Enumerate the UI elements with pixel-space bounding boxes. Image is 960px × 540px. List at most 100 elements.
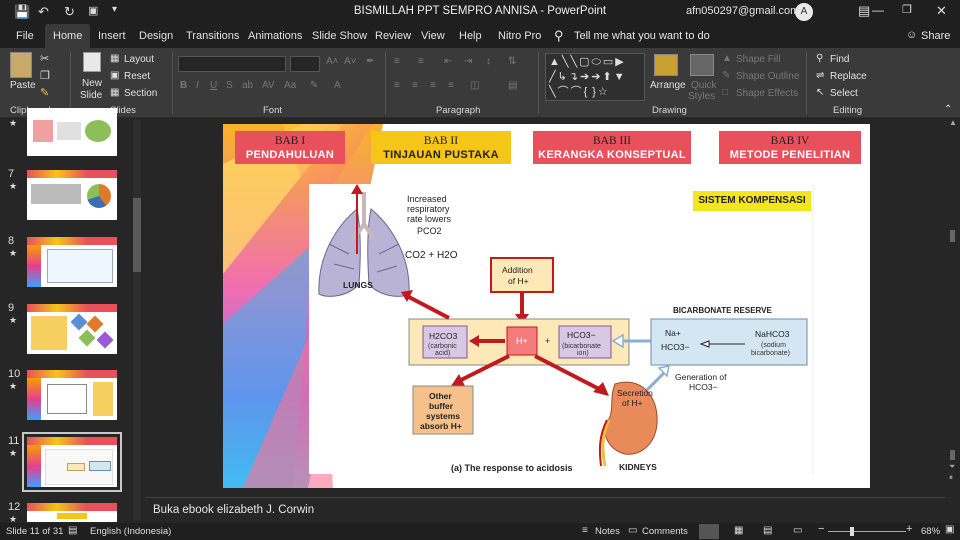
slide-thumbnail-8[interactable] <box>27 237 117 287</box>
share-icon[interactable]: ☺ <box>906 29 917 41</box>
zoom-slider[interactable] <box>828 531 906 532</box>
shape-outline-button[interactable]: Shape Outline <box>736 71 799 82</box>
language-status[interactable]: English (Indonesia) <box>90 526 171 537</box>
tab-nitro-pro[interactable]: Nitro Pro <box>490 24 549 48</box>
user-email[interactable]: afn050297@gmail.com <box>686 5 799 17</box>
paste-button[interactable]: Paste <box>10 80 36 91</box>
tab-home[interactable]: Home <box>45 24 91 48</box>
underline-icon[interactable]: U <box>210 80 217 91</box>
shape-fill-icon[interactable]: ▲ <box>722 53 732 64</box>
tab-transitions[interactable]: Transitions <box>178 24 247 48</box>
minimize-icon[interactable]: — <box>872 3 884 17</box>
zoom-level[interactable]: 68% <box>921 526 940 537</box>
font-size-input[interactable] <box>290 56 320 72</box>
normal-view-icon[interactable] <box>699 524 719 539</box>
replace-icon[interactable]: ⇌ <box>816 70 824 81</box>
cut-icon[interactable]: ✂ <box>40 52 49 65</box>
bab-3-header[interactable]: BAB III KERANGKA KONSEPTUAL <box>533 131 691 164</box>
zoom-slider-thumb[interactable] <box>850 527 854 536</box>
tab-view[interactable]: View <box>413 24 453 48</box>
line-spacing-icon[interactable]: ↕ <box>486 56 491 67</box>
bab-1-header[interactable]: BAB I PENDAHULUAN <box>235 131 345 164</box>
align-right-icon[interactable]: ≡ <box>430 80 436 91</box>
arrange-icon[interactable] <box>654 54 678 76</box>
slide-thumbnail-6[interactable] <box>27 108 117 156</box>
paste-icon[interactable] <box>10 52 32 78</box>
highlight-icon[interactable]: ✎ <box>310 80 318 91</box>
tab-file[interactable]: File <box>8 24 42 48</box>
slide-sorter-icon[interactable]: ▦ <box>734 525 743 536</box>
layout-button[interactable]: Layout <box>124 54 154 65</box>
close-icon[interactable]: ✕ <box>936 3 947 19</box>
reading-view-icon[interactable]: ▤ <box>763 525 772 536</box>
decrease-font-icon[interactable]: A˅ <box>344 56 357 67</box>
section-icon[interactable]: ▦ <box>110 87 119 98</box>
char-spacing-icon[interactable]: AV <box>262 80 275 91</box>
slide-thumbnail-12[interactable] <box>27 503 117 522</box>
slide-canvas[interactable]: BAB I PENDAHULUAN BAB II TINJAUAN PUSTAK… <box>223 124 870 488</box>
zoom-out-icon[interactable]: − <box>818 523 824 535</box>
numbering-icon[interactable]: ≡ <box>418 56 424 67</box>
new-slide-label-2[interactable]: Slide <box>80 90 102 101</box>
align-center-icon[interactable]: ≡ <box>412 80 418 91</box>
zoom-in-icon[interactable]: + <box>906 523 912 535</box>
increase-font-icon[interactable]: A˄ <box>326 56 339 67</box>
slide-thumbnail-9[interactable] <box>27 304 117 354</box>
find-button[interactable]: Find <box>830 54 849 65</box>
editor-scrollbar[interactable]: ▲ ⏷ ⏸ <box>945 118 960 498</box>
bab-2-header[interactable]: BAB II TINJAUAN PUSTAKA <box>371 131 511 164</box>
clear-format-icon[interactable]: ✒ <box>366 56 374 67</box>
tell-me-search[interactable]: Tell me what you want to do <box>574 30 710 42</box>
bab-4-header[interactable]: BAB IV METODE PENELITIAN <box>719 131 861 164</box>
shape-fill-button[interactable]: Shape Fill <box>736 54 780 65</box>
section-button[interactable]: Section <box>124 88 157 99</box>
reset-button[interactable]: Reset <box>124 71 150 82</box>
bold-icon[interactable]: B <box>180 80 187 91</box>
tab-design[interactable]: Design <box>131 24 181 48</box>
avatar[interactable]: A <box>795 3 813 21</box>
sistem-kompensasi-label[interactable]: SISTEM KOMPENSASI <box>693 191 811 211</box>
text-direction-icon[interactable]: ⇅ <box>508 56 516 67</box>
tab-slide-show[interactable]: Slide Show <box>304 24 375 48</box>
shape-outline-icon[interactable]: ✎ <box>722 70 730 81</box>
shadow-icon[interactable]: S <box>226 80 233 91</box>
comments-button[interactable]: Comments <box>642 526 688 537</box>
increase-indent-icon[interactable]: ⇥ <box>464 56 472 67</box>
collapse-ribbon-icon[interactable]: ⌃ <box>944 104 952 115</box>
reset-icon[interactable]: ▣ <box>110 70 119 81</box>
tab-help[interactable]: Help <box>451 24 490 48</box>
notes-pane[interactable]: Buka ebook elizabeth J. Corwin <box>145 497 945 523</box>
replace-button[interactable]: Replace <box>830 71 867 82</box>
comments-icon[interactable]: ▭ <box>628 525 637 536</box>
notes-button[interactable]: Notes <box>595 526 620 537</box>
select-button[interactable]: Select <box>830 88 858 99</box>
columns-icon[interactable]: ◫ <box>470 80 479 91</box>
slideshow-view-icon[interactable]: ▭ <box>793 525 802 536</box>
layout-icon[interactable]: ▦ <box>110 53 119 64</box>
arrange-button[interactable]: Arrange <box>650 80 686 91</box>
find-icon[interactable]: ⚲ <box>816 53 823 64</box>
tab-review[interactable]: Review <box>367 24 419 48</box>
decrease-indent-icon[interactable]: ⇤ <box>444 56 452 67</box>
shape-effects-icon[interactable]: □ <box>722 87 728 98</box>
quick-styles-icon[interactable] <box>690 54 714 76</box>
new-slide-icon[interactable] <box>83 52 101 72</box>
shape-effects-button[interactable]: Shape Effects <box>736 88 798 99</box>
format-painter-icon[interactable]: ✎ <box>40 86 49 99</box>
slide-thumbnail-10[interactable] <box>27 370 117 420</box>
thumbnails-scrollbar[interactable] <box>133 120 141 520</box>
slide-thumbnail-7[interactable] <box>27 170 117 220</box>
change-case-icon[interactable]: Aa <box>284 80 296 91</box>
copy-icon[interactable]: ❐ <box>40 69 50 82</box>
quick-styles-label[interactable]: Quick <box>691 80 717 91</box>
smartart-icon[interactable]: ▤ <box>508 80 517 91</box>
restore-icon[interactable]: ❐ <box>902 3 912 16</box>
strikethrough-icon[interactable]: ab <box>242 80 253 91</box>
bullets-icon[interactable]: ≡ <box>394 56 400 67</box>
ribbon-display-icon[interactable]: ▤ <box>858 3 870 19</box>
justify-icon[interactable]: ≡ <box>448 80 454 91</box>
notes-icon[interactable]: ≡ <box>582 525 588 536</box>
share-button[interactable]: Share <box>921 30 950 42</box>
acidosis-diagram[interactable]: Increased respiratory rate lowers PCO2 C… <box>309 184 814 474</box>
select-icon[interactable]: ↖ <box>816 87 824 98</box>
